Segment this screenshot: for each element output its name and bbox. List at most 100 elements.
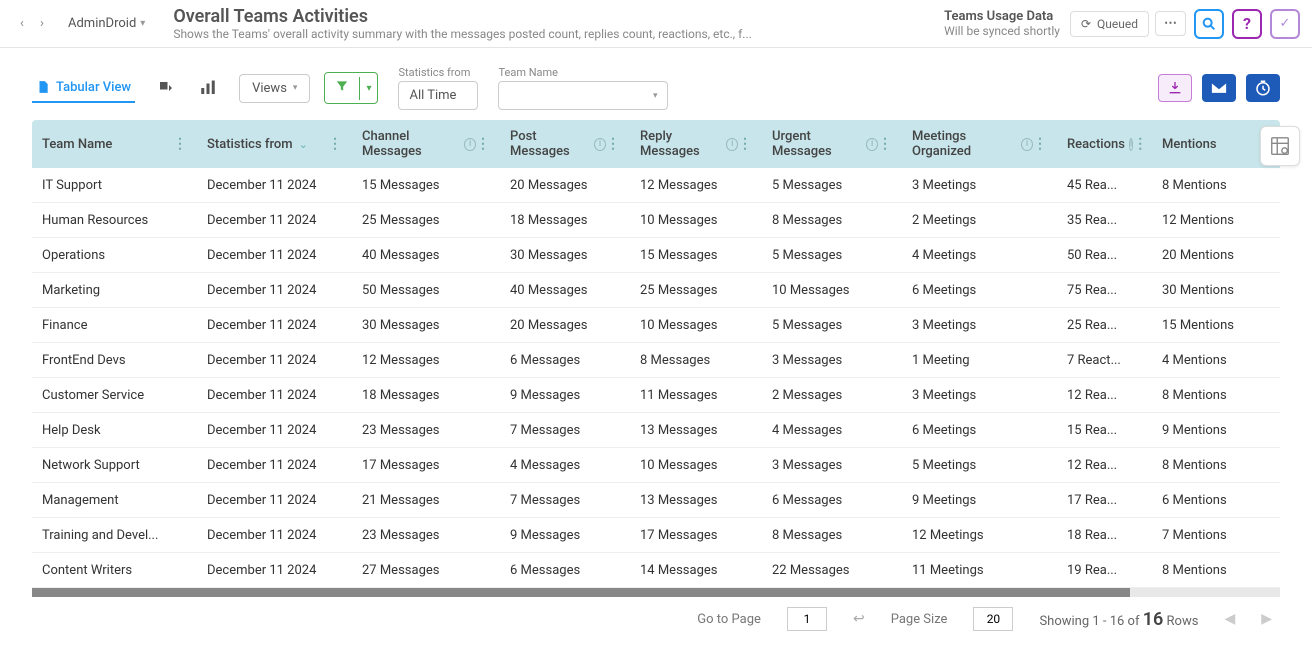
rows-info: Showing 1 - 16 of 16 Rows — [1039, 609, 1198, 630]
col-mentions[interactable]: Mentions — [1162, 137, 1217, 152]
table-settings-button[interactable] — [1260, 126, 1300, 166]
info-icon[interactable]: i — [464, 138, 476, 151]
table-cell: 12 Rea... — [1057, 388, 1152, 403]
table-row[interactable]: Training and Devel...December 11 202423 … — [32, 518, 1280, 553]
search-button[interactable] — [1194, 9, 1224, 39]
col-menu-icon[interactable]: ⋮ — [738, 136, 752, 152]
table-cell: 20 Mentions — [1152, 248, 1272, 263]
sort-asc-icon: ⌄ — [299, 138, 308, 151]
table-cell: IT Support — [32, 178, 197, 193]
table-cell: Human Resources — [32, 213, 197, 228]
table-cell: 10 Messages — [630, 213, 762, 228]
more-actions-button[interactable]: ⋯ — [1155, 11, 1186, 36]
prev-page-button[interactable]: ◀ — [1224, 611, 1235, 627]
table-row[interactable]: Content WritersDecember 11 202427 Messag… — [32, 553, 1280, 588]
col-channel-messages[interactable]: Channel Messages — [362, 129, 460, 159]
filter-button[interactable] — [325, 73, 359, 103]
table-cell: Marketing — [32, 283, 197, 298]
filter-dropdown-button[interactable]: ▾ — [359, 77, 377, 100]
schedule-button[interactable] — [1246, 74, 1280, 102]
col-menu-icon[interactable]: ⋮ — [1133, 136, 1147, 152]
scrollbar-thumb[interactable] — [32, 588, 1130, 597]
table-cell: December 11 2024 — [197, 563, 352, 578]
goto-page-label: Go to Page — [697, 612, 761, 627]
table-cell: 4 Mentions — [1152, 353, 1272, 368]
table-header: Team Name ⋮ Statistics from ⌄ ⋮ Channel Mes… — [32, 120, 1280, 168]
col-urgent-messages[interactable]: Urgent Messages — [772, 129, 862, 159]
stats-from-label: Statistics from — [398, 66, 478, 79]
table-cell: Operations — [32, 248, 197, 263]
table-cell: December 11 2024 — [197, 283, 352, 298]
table-cell: 8 Messages — [762, 528, 902, 543]
tenant-dropdown[interactable]: AdminDroid ▾ — [58, 12, 155, 35]
export-icon-button[interactable] — [155, 77, 177, 99]
table-cell: 6 Messages — [762, 493, 902, 508]
col-menu-icon[interactable]: ⋮ — [606, 136, 620, 152]
table-row[interactable]: Help DeskDecember 11 202423 Messages7 Me… — [32, 413, 1280, 448]
help-button[interactable]: ? — [1232, 9, 1262, 39]
table-row[interactable]: OperationsDecember 11 202440 Messages30 … — [32, 238, 1280, 273]
col-reply-messages[interactable]: Reply Messages — [640, 129, 722, 159]
stats-from-dropdown[interactable]: All Time — [398, 81, 478, 110]
email-button[interactable] — [1202, 74, 1236, 102]
info-icon[interactable]: i — [866, 138, 878, 151]
table-cell: 19 Rea... — [1057, 563, 1152, 578]
table-row[interactable]: Network SupportDecember 11 202417 Messag… — [32, 448, 1280, 483]
queued-button[interactable]: ⟳ Queued — [1070, 11, 1149, 37]
table-cell: 27 Messages — [352, 563, 500, 578]
table-row[interactable]: ManagementDecember 11 202421 Messages7 M… — [32, 483, 1280, 518]
info-icon[interactable]: i — [1021, 138, 1033, 151]
table-row[interactable]: Customer ServiceDecember 11 202418 Messa… — [32, 378, 1280, 413]
table-cell: 2 Meetings — [902, 213, 1057, 228]
views-dropdown[interactable]: Views ▾ — [239, 74, 310, 103]
col-menu-icon[interactable]: ⋮ — [1033, 136, 1047, 152]
download-button[interactable] — [1158, 74, 1192, 102]
col-team-name[interactable]: Team Name — [42, 137, 112, 152]
table-cell: 50 Messages — [352, 283, 500, 298]
enter-icon[interactable]: ↩ — [853, 611, 865, 627]
col-menu-icon[interactable]: ⋮ — [328, 136, 342, 152]
team-name-dropdown[interactable]: ▾ — [498, 81, 668, 110]
col-menu-icon[interactable]: ⋮ — [173, 136, 187, 152]
clock-icon — [1254, 79, 1272, 97]
table-cell: 5 Messages — [762, 178, 902, 193]
table-cell: December 11 2024 — [197, 423, 352, 438]
table-cell: Help Desk — [32, 423, 197, 438]
table-row[interactable]: FinanceDecember 11 202430 Messages20 Mes… — [32, 308, 1280, 343]
table-cell: December 11 2024 — [197, 388, 352, 403]
sync-status-button[interactable]: ✓ — [1270, 9, 1300, 39]
col-menu-icon[interactable]: ⋮ — [476, 136, 490, 152]
table-cell: Content Writers — [32, 563, 197, 578]
info-icon[interactable]: i — [594, 138, 606, 151]
table-row[interactable]: FrontEnd DevsDecember 11 202412 Messages… — [32, 343, 1280, 378]
table-cell: 25 Rea... — [1057, 318, 1152, 333]
table-row[interactable]: MarketingDecember 11 202450 Messages40 M… — [32, 273, 1280, 308]
table-row[interactable]: IT SupportDecember 11 202415 Messages20 … — [32, 168, 1280, 203]
chart-icon-button[interactable] — [197, 77, 219, 99]
table-cell: 15 Messages — [630, 248, 762, 263]
nav-forward-button[interactable]: › — [32, 14, 52, 34]
col-post-messages[interactable]: Post Messages — [510, 129, 590, 159]
info-icon[interactable]: i — [726, 138, 738, 151]
table-cell: 1 Meeting — [902, 353, 1057, 368]
next-page-button[interactable]: ▶ — [1261, 611, 1272, 627]
col-reactions[interactable]: Reactions — [1067, 137, 1125, 152]
horizontal-scrollbar[interactable] — [32, 588, 1280, 597]
page-size-input[interactable] — [973, 607, 1013, 631]
col-menu-icon[interactable]: ⋮ — [878, 136, 892, 152]
nav-back-button[interactable]: ‹ — [12, 14, 32, 34]
col-stats-from[interactable]: Statistics from — [207, 137, 293, 152]
page-number-input[interactable] — [787, 607, 827, 631]
table-cell: 5 Messages — [762, 248, 902, 263]
table-cell: 8 Mentions — [1152, 458, 1272, 473]
table-row[interactable]: Human ResourcesDecember 11 202425 Messag… — [32, 203, 1280, 238]
tabular-view-tab[interactable]: Tabular View — [32, 73, 135, 103]
page-subtitle: Shows the Teams' overall activity summar… — [173, 27, 753, 41]
tenant-name: AdminDroid — [68, 16, 136, 31]
table-cell: 8 Messages — [762, 213, 902, 228]
table-cell: 12 Messages — [630, 178, 762, 193]
table-cell: 15 Rea... — [1057, 423, 1152, 438]
tabular-view-label: Tabular View — [56, 80, 131, 95]
col-meetings-organized[interactable]: Meetings Organized — [912, 129, 1017, 159]
table-cell: 6 Mentions — [1152, 493, 1272, 508]
